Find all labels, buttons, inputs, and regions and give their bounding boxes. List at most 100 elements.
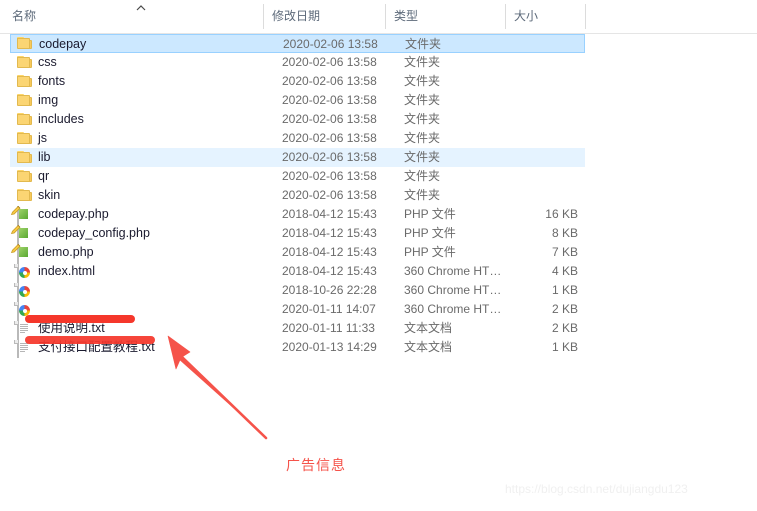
file-type: 文件夹 — [404, 131, 441, 145]
file-date-modified: 2018-04-12 15:43 — [282, 226, 377, 240]
text-file-icon — [14, 339, 33, 358]
csdn-watermark: https://blog.csdn.net/dujiangdu123 — [505, 482, 688, 496]
file-type: PHP 文件 — [404, 226, 456, 240]
php-file-icon — [10, 205, 33, 225]
file-name: codepay.php — [38, 207, 109, 221]
file-type: 文件夹 — [405, 37, 442, 51]
file-size: 4 KB — [551, 264, 578, 278]
file-type: 文件夹 — [404, 74, 441, 88]
file-name: index.html — [38, 264, 95, 278]
column-header-date-modified[interactable]: 修改日期 — [272, 0, 382, 33]
file-name: js — [38, 131, 48, 145]
file-name: includes — [38, 112, 84, 126]
folder-icon — [17, 188, 33, 203]
file-name: fonts — [38, 74, 66, 88]
text-file-icon — [14, 320, 33, 339]
file-date-modified: 2020-02-06 13:58 — [282, 150, 377, 164]
file-name: codepay — [39, 37, 87, 51]
file-name: lib — [38, 150, 51, 164]
column-divider-name[interactable] — [263, 4, 264, 29]
file-date-modified: 2020-02-06 13:58 — [282, 55, 377, 69]
file-row[interactable]: 使用说明.txt 2020-01-11 11:33 文本文档 2 KB — [10, 319, 585, 339]
file-type: 文本文档 — [404, 321, 453, 335]
file-type: 文件夹 — [404, 169, 441, 183]
file-row[interactable]: css 2020-02-06 13:58 文件夹 — [10, 53, 585, 72]
file-list[interactable]: codepay 2020-02-06 13:58 文件夹 css 2020-02-06 … — [0, 34, 757, 358]
file-type: PHP 文件 — [404, 207, 456, 221]
file-date-modified: 2018-04-12 15:43 — [282, 207, 377, 221]
folder-icon — [17, 150, 33, 165]
sort-ascending-caret-icon — [134, 3, 148, 13]
file-date-modified: 2020-01-13 14:29 — [282, 340, 377, 354]
file-row[interactable]: js 2020-02-06 13:58 文件夹 — [10, 129, 585, 148]
folder-icon — [17, 74, 33, 89]
file-row[interactable]: qr 2020-02-06 13:58 文件夹 — [10, 167, 585, 186]
file-row[interactable]: lib 2020-02-06 13:58 文件夹 — [10, 148, 585, 167]
file-size: 7 KB — [551, 245, 578, 259]
file-row[interactable]: codepay.php 2018-04-12 15:43 PHP 文件 16 KB — [10, 205, 585, 225]
file-date-modified: 2018-04-12 15:43 — [282, 245, 377, 259]
folder-icon — [17, 131, 33, 146]
file-type: 文件夹 — [404, 150, 441, 164]
folder-icon — [17, 36, 33, 51]
file-size: 8 KB — [551, 226, 578, 240]
file-row[interactable]: 2020-01-11 14:07 360 Chrome HT… 2 KB — [10, 300, 585, 320]
file-name: css — [38, 55, 57, 69]
file-row[interactable]: 支付接口配置教程.txt 2020-01-13 14:29 文本文档 1 KB — [10, 338, 585, 358]
file-row[interactable]: img 2020-02-06 13:58 文件夹 — [10, 91, 585, 110]
file-date-modified: 2020-01-11 11:33 — [282, 321, 375, 335]
file-name: 支付接口配置教程.txt — [38, 340, 155, 354]
folder-icon — [17, 169, 33, 184]
file-type: 文本文档 — [404, 340, 453, 354]
file-date-modified: 2020-02-06 13:58 — [282, 93, 377, 107]
file-date-modified: 2020-02-06 13:58 — [283, 37, 378, 51]
php-file-icon — [10, 224, 33, 244]
folder-icon — [17, 93, 33, 108]
column-header-bar: 名称 修改日期 类型 大小 — [0, 0, 757, 34]
file-size: 1 KB — [551, 340, 578, 354]
chrome-html-icon — [14, 282, 33, 301]
file-type: 文件夹 — [404, 112, 441, 126]
file-name: skin — [38, 188, 61, 202]
column-header-type[interactable]: 类型 — [394, 0, 494, 33]
file-date-modified: 2020-02-06 13:58 — [282, 74, 377, 88]
file-date-modified: 2018-10-26 22:28 — [282, 283, 377, 297]
file-row[interactable]: codepay 2020-02-06 13:58 文件夹 — [10, 34, 585, 53]
file-name: demo.php — [38, 245, 94, 259]
file-row[interactable]: 2018-10-26 22:28 360 Chrome HT… 1 KB — [10, 281, 585, 301]
chrome-html-icon — [14, 263, 33, 282]
column-divider-date[interactable] — [385, 4, 386, 29]
file-type: 文件夹 — [404, 55, 441, 69]
column-header-size[interactable]: 大小 — [514, 0, 574, 33]
file-date-modified: 2018-04-12 15:43 — [282, 264, 377, 278]
file-name: qr — [38, 169, 50, 183]
file-row[interactable]: demo.php 2018-04-12 15:43 PHP 文件 7 KB — [10, 243, 585, 263]
file-size: 16 KB — [545, 207, 578, 221]
column-divider-type[interactable] — [505, 4, 506, 29]
folder-icon — [17, 55, 33, 70]
file-row[interactable]: index.html 2018-04-12 15:43 360 Chrome HT…… — [10, 262, 585, 282]
file-name: codepay_config.php — [38, 226, 150, 240]
file-name: img — [38, 93, 59, 107]
file-row[interactable]: skin 2020-02-06 13:58 文件夹 — [10, 186, 585, 205]
file-size: 2 KB — [551, 302, 578, 316]
file-row[interactable]: codepay_config.php 2018-04-12 15:43 PHP 文件… — [10, 224, 585, 244]
file-size: 1 KB — [551, 283, 578, 297]
file-size: 2 KB — [551, 321, 578, 335]
file-date-modified: 2020-01-11 14:07 — [282, 302, 376, 316]
column-divider-size[interactable] — [585, 4, 586, 29]
file-date-modified: 2020-02-06 13:58 — [282, 188, 377, 202]
file-row[interactable]: includes 2020-02-06 13:58 文件夹 — [10, 110, 585, 129]
file-name: 使用说明.txt — [38, 321, 105, 335]
file-date-modified: 2020-02-06 13:58 — [282, 131, 377, 145]
file-type: PHP 文件 — [404, 245, 456, 259]
file-row[interactable]: fonts 2020-02-06 13:58 文件夹 — [10, 72, 585, 91]
file-date-modified: 2020-02-06 13:58 — [282, 169, 377, 183]
annotation-callout-text: 广告信息 — [286, 457, 346, 473]
folder-icon — [17, 112, 33, 127]
file-type: 文件夹 — [404, 188, 441, 202]
column-header-name[interactable]: 名称 — [12, 0, 252, 33]
php-file-icon — [10, 243, 33, 263]
chrome-html-icon — [14, 301, 33, 320]
file-date-modified: 2020-02-06 13:58 — [282, 112, 377, 126]
